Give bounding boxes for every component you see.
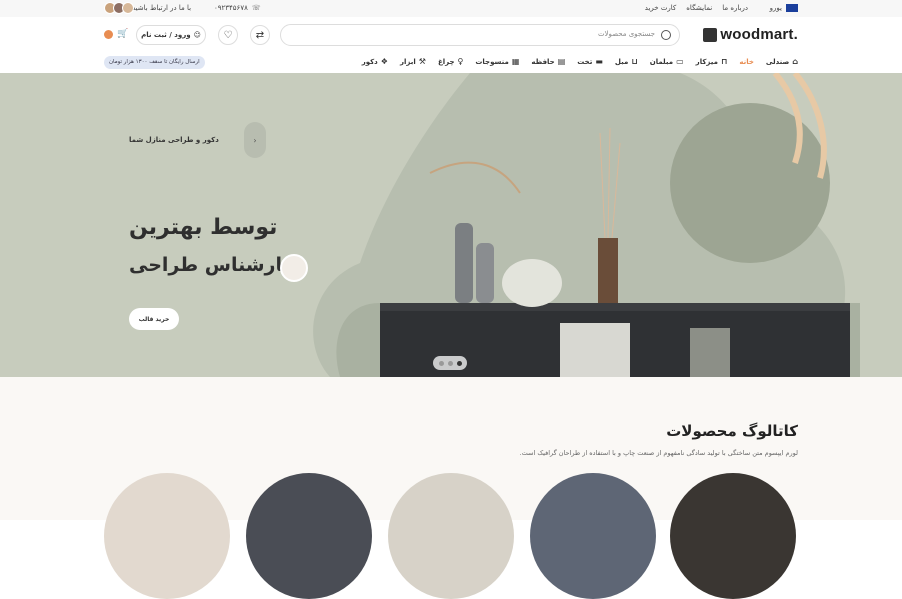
slider-dot[interactable] bbox=[447, 360, 453, 366]
phone-number: ۰۹۲۳۴۵۶۷۸ bbox=[214, 4, 248, 12]
nav-item-lamp[interactable]: ♀ چراغ bbox=[438, 57, 463, 66]
category-menu: ⌂ صندلی خانه ⊓ میزکار ▭ مبلمان ⊔ مبل ▬ تخت ▤ ح… bbox=[362, 57, 798, 66]
nav-item-decor[interactable]: ❖ دکور bbox=[362, 57, 388, 66]
desk-icon: ⊓ bbox=[720, 57, 728, 66]
top-bar: یورو کارت خرید نمایشگاه درباره ما ۰۹۲۳۴۵… bbox=[0, 0, 902, 17]
cabinet-icon: ▤ bbox=[557, 57, 566, 66]
category-circle[interactable] bbox=[246, 473, 372, 599]
chair-icon: ⌂ bbox=[792, 57, 798, 66]
buy-theme-button[interactable]: خرید قالب bbox=[129, 308, 179, 330]
eu-flag-icon bbox=[786, 4, 798, 12]
team-avatars bbox=[104, 2, 134, 14]
slider-dot-active[interactable] bbox=[456, 360, 462, 366]
nav-item-home[interactable]: خانه bbox=[739, 57, 754, 66]
tools-icon: ⚒ bbox=[418, 57, 426, 66]
contact-text: با ما در ارتباط باشید bbox=[132, 4, 192, 12]
hero-prev-arrow[interactable]: › bbox=[244, 122, 266, 158]
shuffle-icon: ⇄ bbox=[255, 29, 265, 41]
nav-item-sofa[interactable]: ⊔ مبل bbox=[615, 57, 638, 66]
free-shipping-badge: ارسال رایگان تا سقف ۱۳۰۰ هزار تومان bbox=[104, 56, 205, 69]
catalog-description: لورم ایپسوم متن ساختگی با تولید سادگی نا… bbox=[519, 449, 798, 457]
hero-title-line2: کارشناس طراحی bbox=[129, 254, 294, 276]
bed-icon: ▬ bbox=[595, 57, 603, 66]
phone-info: ۰۹۲۳۴۵۶۷۸ ☏ bbox=[214, 4, 261, 12]
nav-item-textile[interactable]: ▦ منسوجات bbox=[475, 57, 519, 66]
category-circle[interactable] bbox=[670, 473, 796, 599]
designer-avatar bbox=[280, 254, 308, 282]
armchair-icon: ⊔ bbox=[631, 57, 638, 66]
site-logo[interactable]: woodmart. bbox=[703, 26, 798, 43]
chevron-right-icon: › bbox=[253, 135, 257, 145]
top-links: کارت خرید نمایشگاه درباره ما bbox=[645, 4, 748, 12]
category-circles bbox=[104, 473, 798, 599]
phone-icon: ☏ bbox=[251, 4, 261, 12]
main-nav: ارسال رایگان تا سقف ۱۳۰۰ هزار تومان ⌂ صند… bbox=[0, 53, 902, 73]
search-input[interactable]: جستجوی محصولات bbox=[280, 24, 680, 46]
compare-button[interactable]: ⇄ bbox=[250, 25, 270, 45]
slider-pagination bbox=[433, 356, 467, 370]
main-header: woodmart. جستجوی محصولات ⇄ ♡ ورود / ثبت … bbox=[0, 17, 902, 53]
nav-item-storage[interactable]: ▤ حافظه bbox=[531, 57, 565, 66]
hero-slider: دکور و طراحی منازل شما › توسط بهترین کار… bbox=[0, 73, 902, 377]
logo-mark bbox=[703, 27, 718, 42]
nav-item-bed[interactable]: ▬ تخت bbox=[577, 57, 603, 66]
language-selector[interactable]: یورو bbox=[770, 4, 782, 12]
search-icon bbox=[661, 30, 671, 40]
sofa-icon: ▭ bbox=[676, 57, 684, 66]
cart-button[interactable]: 🛒 bbox=[104, 29, 128, 39]
avatar bbox=[122, 2, 134, 14]
hero-subtitle: دکور و طراحی منازل شما bbox=[129, 136, 219, 144]
nav-item-furniture[interactable]: ▭ مبلمان bbox=[650, 57, 684, 66]
login-button[interactable]: ورود / ثبت نام ☺ bbox=[136, 25, 206, 45]
search-placeholder: جستجوی محصولات bbox=[597, 30, 655, 38]
lamp-icon: ♀ bbox=[457, 57, 464, 66]
heart-icon: ♡ bbox=[223, 29, 233, 41]
slider-dot[interactable] bbox=[438, 360, 444, 366]
textile-icon: ▦ bbox=[511, 57, 520, 66]
category-circle[interactable] bbox=[104, 473, 230, 599]
top-link-about[interactable]: درباره ما bbox=[722, 4, 748, 12]
category-circle[interactable] bbox=[530, 473, 656, 599]
top-link-cart[interactable]: کارت خرید bbox=[645, 4, 676, 12]
hero-title-line1: توسط بهترین bbox=[129, 215, 278, 240]
decor-icon: ❖ bbox=[380, 57, 388, 66]
user-icon: ☺ bbox=[193, 31, 201, 39]
cart-icon: 🛒 bbox=[117, 29, 129, 39]
nav-item-desk[interactable]: ⊓ میزکار bbox=[696, 57, 728, 66]
top-link-showroom[interactable]: نمایشگاه bbox=[686, 4, 712, 12]
category-circle[interactable] bbox=[388, 473, 514, 599]
catalog-title: کاتالوگ محصولات bbox=[666, 422, 798, 440]
nav-item-chair[interactable]: ⌂ صندلی bbox=[766, 57, 798, 66]
wishlist-button[interactable]: ♡ bbox=[218, 25, 238, 45]
product-catalog-section: کاتالوگ محصولات لورم ایپسوم متن ساختگی ب… bbox=[0, 377, 902, 599]
nav-item-tools[interactable]: ⚒ ابزار bbox=[400, 57, 426, 66]
cart-count-badge bbox=[104, 29, 113, 39]
